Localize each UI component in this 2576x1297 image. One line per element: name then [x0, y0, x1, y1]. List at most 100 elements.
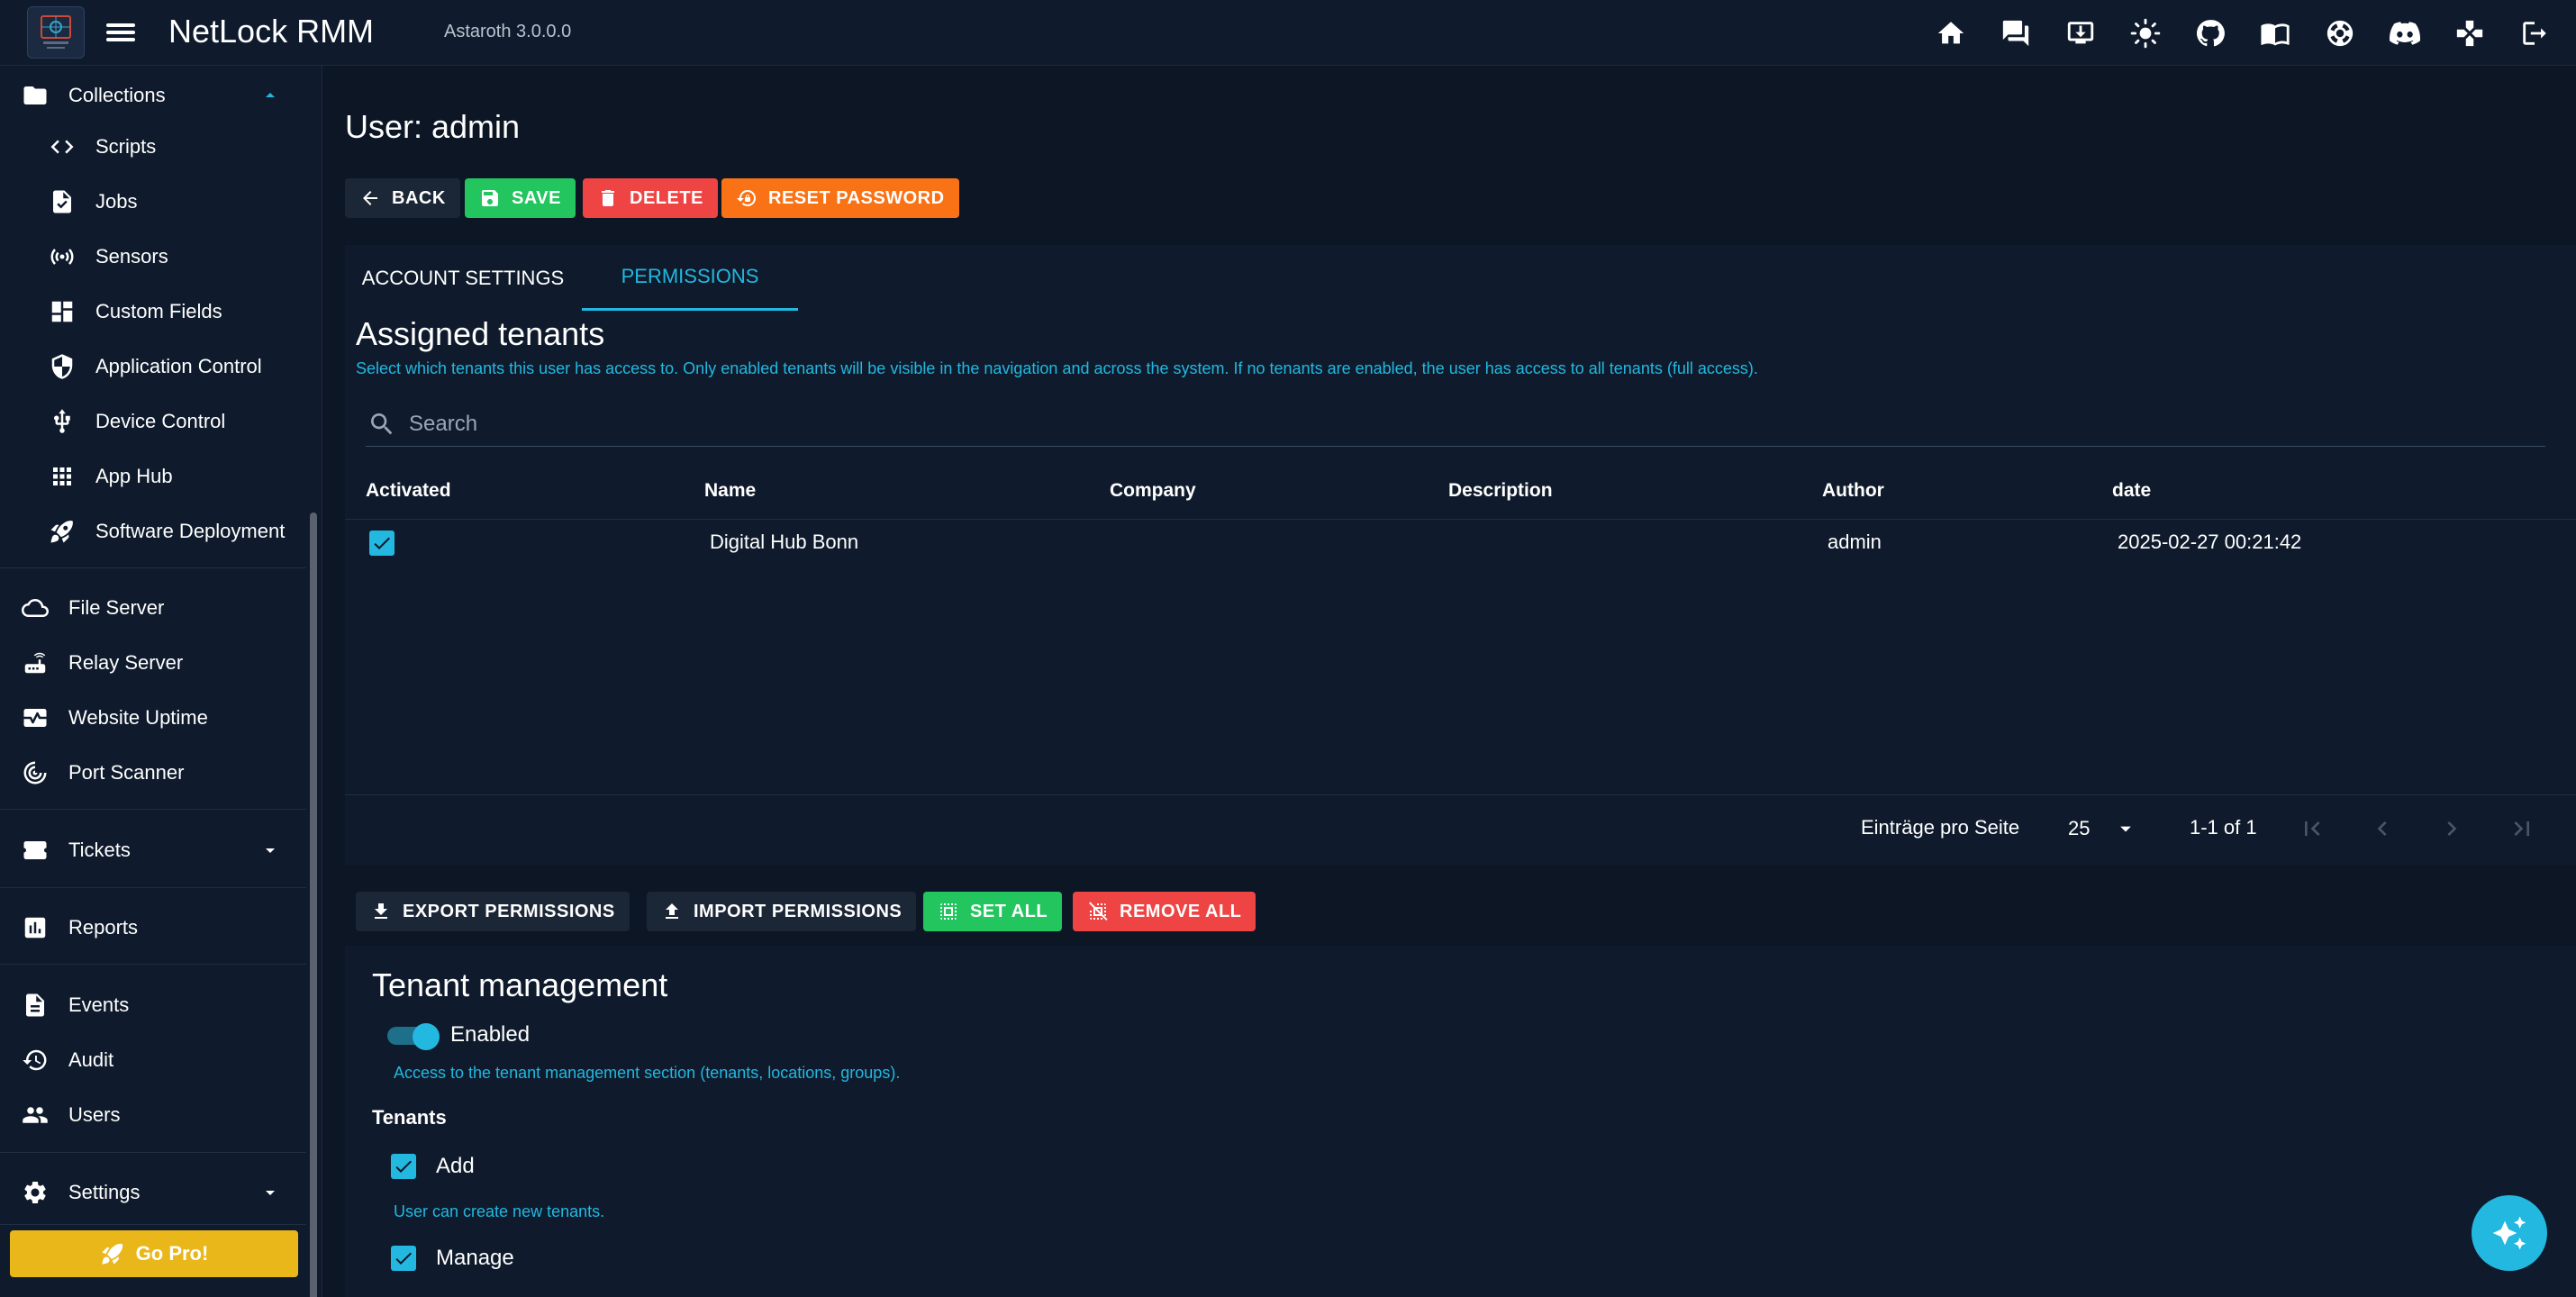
column-header-activated[interactable]: Activated — [366, 480, 451, 502]
search-field[interactable] — [366, 402, 2545, 447]
sidebar-item-tickets[interactable]: Tickets — [0, 825, 306, 875]
tenant-management-panel — [345, 946, 2576, 1297]
delete-label: DELETE — [630, 187, 703, 208]
sidebar-item-label: Port Scanner — [68, 761, 185, 784]
sidebar: Collections Scripts Jobs Sensors Custom … — [0, 66, 322, 1297]
page-range: 1-1 of 1 — [2190, 816, 2257, 839]
tab-permissions[interactable]: PERMISSIONS — [582, 245, 798, 311]
delete-button[interactable]: DELETE — [583, 178, 718, 218]
first-page-icon[interactable] — [2298, 814, 2327, 843]
chevron-up-icon — [266, 93, 275, 97]
sidebar-item-port-scanner[interactable]: Port Scanner — [0, 748, 306, 798]
monitor-heart-icon — [20, 703, 50, 733]
ticket-icon — [20, 835, 50, 866]
sidebar-item-software-deployment[interactable]: Software Deployment — [0, 506, 306, 557]
column-header-description[interactable]: Description — [1448, 480, 1553, 502]
chevron-down-icon — [266, 1191, 275, 1195]
remove-all-button[interactable]: REMOVE ALL — [1073, 892, 1256, 931]
permissions-panel — [345, 245, 2576, 865]
tenant-name: Digital Hub Bonn — [710, 531, 859, 553]
download-icon — [375, 903, 387, 919]
sidebar-item-file-server[interactable]: File Server — [0, 583, 306, 633]
ai-assistant-button[interactable] — [2472, 1195, 2547, 1271]
theme-icon[interactable] — [2129, 17, 2162, 50]
sidebar-item-label: Relay Server — [68, 651, 184, 674]
usb-icon — [47, 406, 77, 437]
tenant-date: 2025-02-27 00:21:42 — [2118, 531, 2302, 553]
folder-icon — [20, 80, 50, 111]
sidebar-scrollbar[interactable] — [310, 512, 317, 1297]
go-pro-button[interactable]: Go Pro! — [10, 1230, 298, 1277]
rocket-icon — [47, 516, 77, 547]
task-file-icon — [47, 186, 77, 217]
game-icon[interactable] — [2454, 17, 2486, 50]
support-icon[interactable] — [2324, 17, 2356, 50]
assigned-tenants-hint: Select which tenants this user has acces… — [356, 359, 1758, 377]
sidebar-item-device-control[interactable]: Device Control — [0, 396, 306, 447]
column-header-author[interactable]: Author — [1822, 480, 1884, 502]
tenant-management-title: Tenant management — [372, 966, 668, 1003]
sidebar-item-website-uptime[interactable]: Website Uptime — [0, 693, 306, 743]
code-icon — [47, 132, 77, 162]
column-header-name[interactable]: Name — [704, 480, 756, 502]
export-permissions-button[interactable]: EXPORT PERMISSIONS — [356, 892, 630, 931]
menu-icon[interactable] — [106, 20, 135, 45]
column-header-date[interactable]: date — [2112, 480, 2151, 502]
last-page-icon[interactable] — [2508, 814, 2536, 843]
sidebar-item-reports[interactable]: Reports — [0, 902, 306, 953]
save-label: SAVE — [512, 187, 561, 208]
sidebar-item-label: Application Control — [95, 355, 262, 377]
tab-account-settings[interactable]: ACCOUNT SETTINGS — [345, 245, 581, 311]
sidebar-item-sensors[interactable]: Sensors — [0, 231, 306, 282]
sidebar-item-events[interactable]: Events — [0, 980, 306, 1030]
export-label: EXPORT PERMISSIONS — [403, 901, 615, 921]
previous-page-icon[interactable] — [2368, 814, 2397, 843]
import-permissions-button[interactable]: IMPORT PERMISSIONS — [647, 892, 917, 931]
sidebar-item-application-control[interactable]: Application Control — [0, 341, 306, 392]
sidebar-item-label: Software Deployment — [95, 520, 286, 542]
add-tenant-checkbox[interactable] — [391, 1154, 416, 1179]
docs-icon[interactable] — [2259, 17, 2291, 50]
rows-per-page-select[interactable]: 25 — [2068, 812, 2140, 845]
discord-icon[interactable] — [2389, 17, 2421, 50]
people-icon — [20, 1100, 50, 1130]
sidebar-item-label: Events — [68, 993, 130, 1016]
sidebar-item-relay-server[interactable]: Relay Server — [0, 638, 306, 688]
divider — [0, 964, 306, 965]
search-input[interactable] — [409, 411, 2481, 437]
save-icon — [482, 190, 498, 206]
home-icon[interactable] — [1935, 17, 1967, 50]
sidebar-item-settings[interactable]: Settings — [0, 1167, 306, 1218]
sidebar-item-custom-fields[interactable]: Custom Fields — [0, 286, 306, 337]
sidebar-item-scripts[interactable]: Scripts — [0, 122, 306, 172]
next-page-icon[interactable] — [2437, 814, 2466, 843]
github-icon[interactable] — [2194, 17, 2227, 50]
divider — [0, 567, 306, 568]
sidebar-item-audit[interactable]: Audit — [0, 1035, 306, 1085]
sidebar-item-label: Audit — [68, 1048, 114, 1071]
tenant-activated-checkbox[interactable] — [369, 531, 395, 556]
logo[interactable] — [27, 6, 85, 59]
column-header-company[interactable]: Company — [1110, 480, 1196, 502]
back-button[interactable]: BACK — [345, 178, 460, 218]
sidebar-item-collections[interactable]: Collections — [0, 70, 306, 121]
history-icon — [20, 1045, 50, 1075]
cloud-icon — [20, 593, 50, 623]
tenant-management-toggle[interactable] — [387, 1023, 440, 1050]
deselect-icon — [1089, 902, 1108, 921]
sidebar-item-label: Sensors — [95, 245, 168, 268]
sidebar-item-users[interactable]: Users — [0, 1090, 306, 1140]
logout-icon[interactable] — [2518, 17, 2551, 50]
tenant-author: admin — [1828, 531, 1882, 553]
sidebar-item-app-hub[interactable]: App Hub — [0, 451, 306, 502]
table-header-divider — [345, 519, 2576, 520]
download-icon[interactable] — [2064, 17, 2097, 50]
manage-label: Manage — [436, 1246, 514, 1270]
sidebar-item-jobs[interactable]: Jobs — [0, 177, 306, 227]
reset-password-button[interactable]: RESET PASSWORD — [721, 178, 959, 218]
chat-icon[interactable] — [2000, 17, 2032, 50]
manage-tenant-checkbox[interactable] — [391, 1246, 416, 1271]
save-button[interactable]: SAVE — [465, 178, 576, 218]
sidebar-item-label: Device Control — [95, 410, 226, 432]
set-all-button[interactable]: SET ALL — [923, 892, 1063, 931]
